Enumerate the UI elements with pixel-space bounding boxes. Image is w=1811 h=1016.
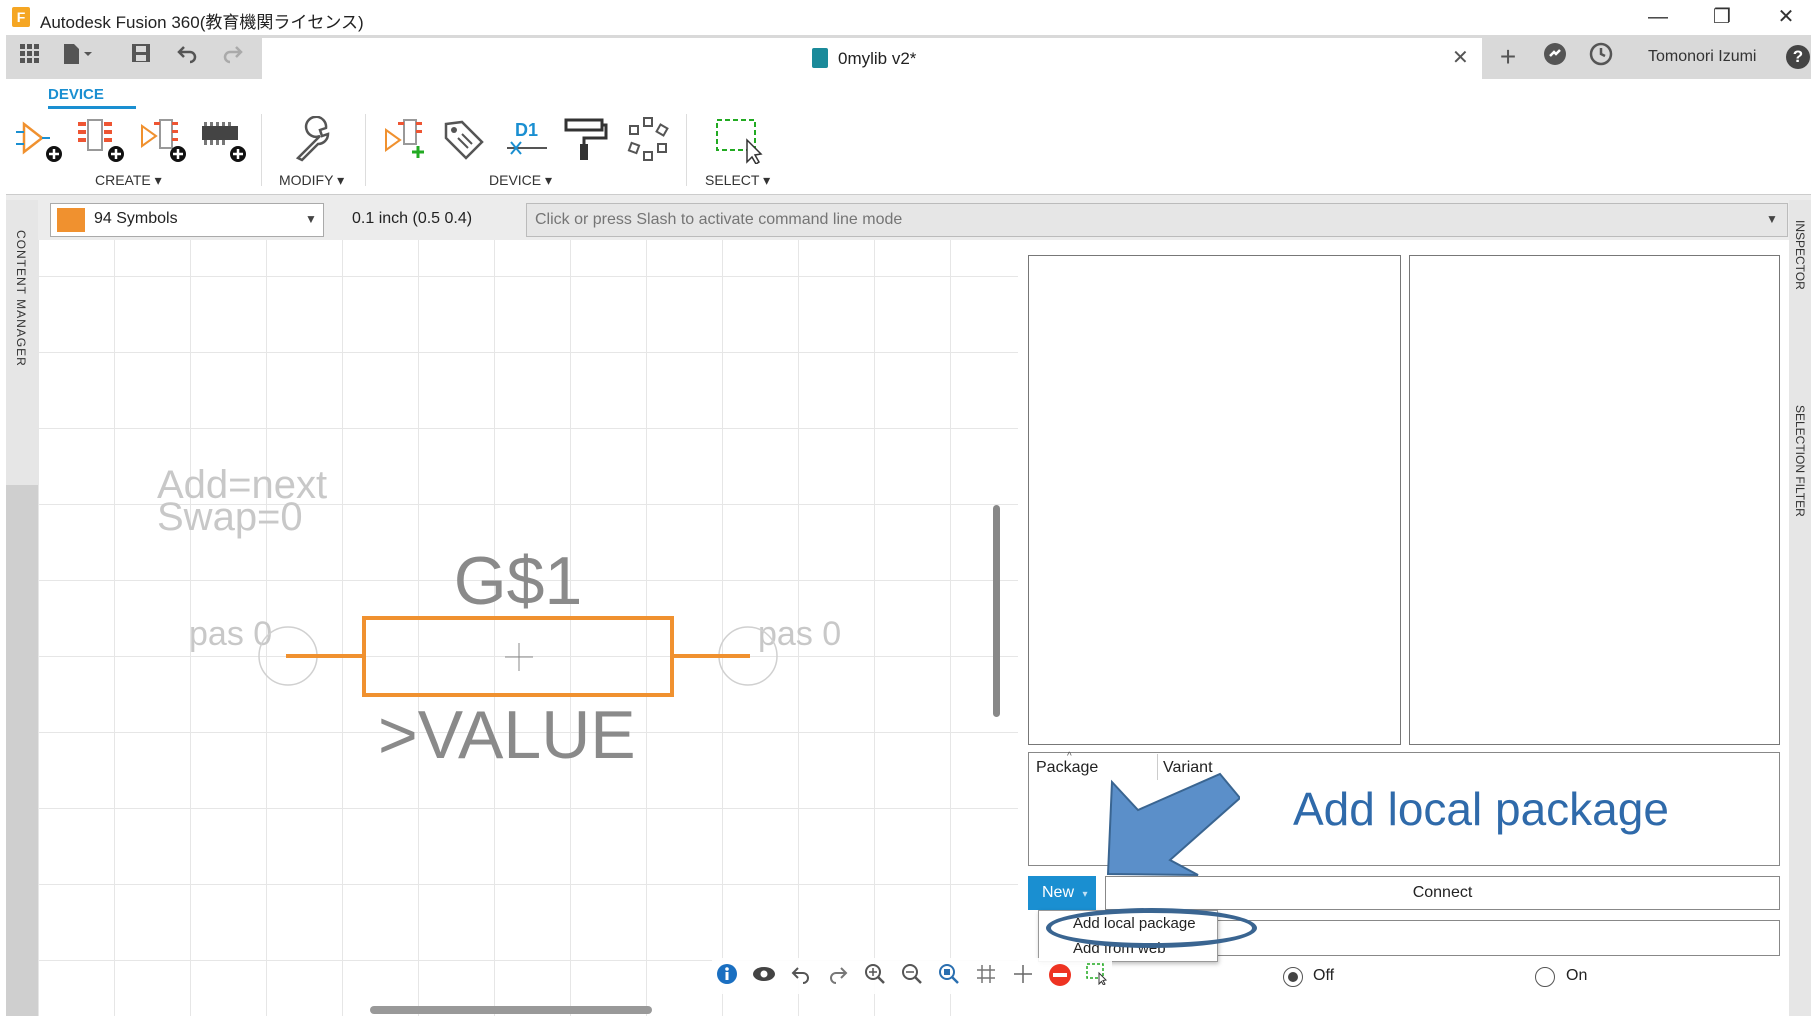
layer-color-swatch [57, 208, 85, 232]
canvas-horizontal-scrollbar[interactable] [370, 1006, 652, 1014]
ribbon-separator [261, 114, 262, 186]
crosshair-icon[interactable] [1009, 963, 1037, 991]
content-manager-strip-lower [6, 485, 38, 1016]
restore-button[interactable]: ❐ [1697, 2, 1747, 32]
add-gate-icon[interactable] [382, 116, 430, 164]
document-tab-title: 0mylib v2* [838, 49, 917, 68]
zoom-out-icon[interactable] [898, 963, 926, 991]
grid-icon[interactable] [972, 963, 1000, 991]
file-menu-icon[interactable] [60, 42, 94, 72]
column-header-package[interactable]: Package [1036, 759, 1098, 777]
nav-redo-icon[interactable] [824, 963, 852, 991]
create-footprint-icon[interactable] [76, 116, 124, 164]
nav-select-window-icon[interactable] [1083, 963, 1111, 991]
nav-undo-icon[interactable] [787, 963, 815, 991]
content-manager-label[interactable]: CONTENT MANAGER [14, 230, 28, 367]
undo-icon[interactable] [170, 42, 204, 72]
command-history-chevron-icon[interactable]: ▼ [1766, 212, 1778, 226]
ribbon-tab-device[interactable]: DEVICE [48, 86, 104, 103]
select-group-label[interactable]: SELECT ▾ [705, 172, 770, 189]
active-tab-underline [48, 106, 136, 109]
close-window-button[interactable]: ✕ [1761, 2, 1811, 32]
data-panel-grid-icon[interactable] [12, 42, 46, 72]
zoom-fit-icon[interactable] [935, 963, 963, 991]
window-title: Autodesk Fusion 360(教育機関ライセンス) [40, 13, 364, 32]
user-account-name[interactable]: Tomonori Izumi [1648, 48, 1756, 66]
prefix-icon-label: D1 [515, 120, 538, 140]
canvas-vertical-scrollbar[interactable] [993, 505, 1000, 717]
select-window-icon[interactable] [715, 116, 763, 166]
show-eye-icon[interactable] [750, 963, 778, 991]
ribbon-separator [365, 114, 366, 186]
library-document-icon [812, 48, 828, 68]
inspector-label[interactable]: INSPECTOR [1793, 220, 1807, 290]
grid-coordinates: 0.1 inch (0.5 0.4) [352, 210, 473, 227]
layer-select-value: 94 Symbols [94, 210, 178, 227]
create-3d-package-icon[interactable] [198, 116, 246, 164]
annotation-highlight-ellipse [1046, 908, 1257, 948]
schematic-canvas[interactable] [38, 240, 1018, 1016]
info-icon[interactable] [713, 963, 741, 991]
radio-selected-dot [1288, 972, 1298, 982]
new-package-button[interactable]: New ▾ [1028, 876, 1096, 910]
symbol-preview-pane [1028, 255, 1401, 745]
job-status-icon[interactable] [1538, 42, 1572, 72]
layer-select[interactable] [50, 203, 324, 237]
create-group-label[interactable]: CREATE ▾ [95, 172, 162, 189]
radio-off[interactable] [1283, 967, 1303, 987]
notifications-clock-icon[interactable] [1584, 42, 1618, 72]
fusion-logo-icon: F [12, 7, 30, 27]
chevron-down-icon: ▾ [1082, 889, 1088, 900]
radio-on-label: On [1566, 967, 1588, 984]
new-button-label: New [1042, 884, 1075, 901]
package-preview-pane [1409, 255, 1780, 745]
modify-group-label[interactable]: MODIFY ▾ [279, 172, 344, 189]
close-tab-icon[interactable]: ✕ [1452, 45, 1469, 70]
connect-button[interactable]: Connect [1105, 876, 1780, 910]
chevron-down-icon[interactable]: ▼ [305, 212, 317, 226]
attribute-tag-icon[interactable] [440, 116, 488, 164]
stop-icon[interactable] [1046, 963, 1074, 991]
save-icon[interactable] [124, 42, 158, 72]
command-line-input[interactable] [526, 203, 1788, 237]
radio-on[interactable] [1535, 967, 1555, 987]
redo-icon[interactable] [216, 42, 250, 72]
annotation-arrow-icon [1106, 772, 1240, 876]
help-icon[interactable]: ? [1786, 45, 1810, 69]
radio-off-label: Off [1313, 967, 1335, 984]
wrench-icon[interactable] [290, 115, 338, 164]
ribbon-separator [686, 114, 687, 186]
selection-filter-label[interactable]: SELECTION FILTER [1793, 405, 1807, 517]
inspector-strip[interactable] [1789, 200, 1811, 1016]
prefix-icon[interactable]: D1 [503, 116, 551, 164]
create-symbol-icon[interactable] [14, 116, 62, 164]
ribbon-toolbar [6, 79, 1811, 194]
technologies-icon[interactable] [624, 116, 672, 164]
minimize-button[interactable]: — [1633, 2, 1683, 32]
paint-roller-icon[interactable] [562, 116, 610, 164]
device-group-label[interactable]: DEVICE ▾ [489, 172, 552, 189]
annotation-callout-text: Add local package [1293, 783, 1669, 835]
zoom-in-icon[interactable] [861, 963, 889, 991]
new-tab-plus-icon[interactable]: + [1491, 42, 1525, 72]
create-device-icon[interactable] [138, 116, 186, 164]
